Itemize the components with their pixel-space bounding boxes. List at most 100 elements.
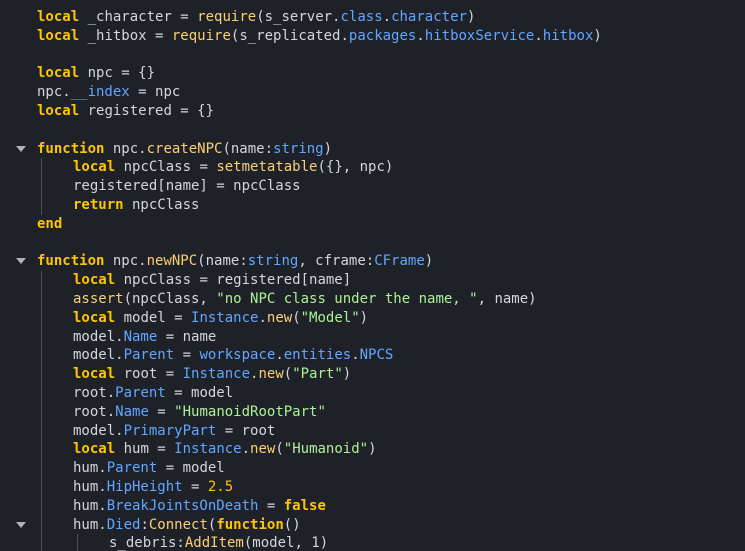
code-token: model = xyxy=(115,309,192,326)
code-token: local xyxy=(73,366,116,383)
code-line[interactable]: npc.__index = npc xyxy=(0,83,745,102)
code-line[interactable]: root.Parent = model xyxy=(0,384,745,403)
code-token: npc. xyxy=(37,84,71,101)
fold-arrow-icon[interactable] xyxy=(16,145,26,152)
indent-guide xyxy=(41,365,42,385)
code-text: assert(npcClass, "no NPC class under the… xyxy=(73,290,537,309)
code-token: (s_server. xyxy=(256,9,341,25)
code-text: local npc = {} xyxy=(37,64,155,83)
indent-guide xyxy=(41,440,42,460)
code-line[interactable]: local _character = require(s_server.clas… xyxy=(0,8,745,27)
code-token: root. xyxy=(73,385,116,401)
code-token: ) xyxy=(424,253,434,270)
indent-guide xyxy=(41,271,42,291)
code-line[interactable]: hum.HipHeight = 2.5 xyxy=(0,478,745,497)
code-line[interactable]: local root = Instance.new("Part") xyxy=(0,365,745,385)
code-token: root. xyxy=(73,403,116,420)
code-token: root = xyxy=(115,366,183,383)
code-line[interactable]: assert(npcClass, "no NPC class under the… xyxy=(0,290,745,309)
code-token: registered[name] = npcClass xyxy=(73,178,301,195)
code-token: hum. xyxy=(73,497,107,514)
code-token: ) xyxy=(342,366,352,383)
code-token: ( xyxy=(292,309,301,326)
code-token: AddItem xyxy=(184,535,244,551)
code-line[interactable]: hum.Died:Connect(function() xyxy=(0,515,745,535)
code-token: function xyxy=(37,253,105,270)
code-token: npc. xyxy=(104,140,147,157)
code-line[interactable] xyxy=(0,121,745,140)
code-line[interactable]: local npcClass = registered[name] xyxy=(0,271,745,291)
code-line[interactable]: hum.Parent = model xyxy=(0,459,745,479)
code-token: (name: xyxy=(222,140,274,157)
code-token: _hitbox = xyxy=(79,27,172,44)
code-token: ) xyxy=(368,441,377,458)
code-line[interactable]: model.PrimaryPart = root xyxy=(0,421,745,441)
code-line[interactable]: registered[name] = npcClass xyxy=(0,177,745,197)
code-token: Instance xyxy=(182,366,251,383)
indent-guide xyxy=(41,327,42,347)
indent-guide xyxy=(41,384,42,403)
code-token: class xyxy=(340,9,383,25)
code-token: ) xyxy=(359,309,369,326)
code-editor[interactable]: local _character = require(s_server.clas… xyxy=(0,0,745,551)
indent-guide xyxy=(41,346,42,366)
code-token: . xyxy=(275,347,284,364)
code-line[interactable]: function npc.newNPC(name:string, cframe:… xyxy=(0,252,745,271)
code-token: . xyxy=(241,441,251,458)
code-token: = npc xyxy=(129,84,181,101)
code-token: local xyxy=(37,65,80,82)
code-line[interactable]: local npcClass = setmetatable({}, npc) xyxy=(0,158,745,178)
fold-arrow-icon[interactable] xyxy=(16,521,26,528)
code-token: () xyxy=(283,516,301,533)
code-line[interactable] xyxy=(0,234,745,253)
code-token: local xyxy=(73,309,116,326)
code-token: Connect xyxy=(148,516,208,533)
code-token: Name xyxy=(115,403,149,420)
code-line[interactable]: local registered = {} xyxy=(0,102,745,121)
code-token: "Humanoid" xyxy=(283,441,369,458)
code-line[interactable]: function npc.createNPC(name:string) xyxy=(0,140,745,159)
code-token: assert xyxy=(73,291,124,307)
code-token: = model xyxy=(157,460,225,477)
indent-guide xyxy=(41,515,42,535)
code-token: new xyxy=(250,441,276,458)
code-token: entities xyxy=(283,347,352,364)
indent-guide xyxy=(41,177,42,197)
code-line[interactable]: hum.BreakJointsOnDeath = false xyxy=(0,496,745,516)
code-token: function xyxy=(216,516,284,533)
code-line[interactable]: local hum = Instance.new("Humanoid") xyxy=(0,440,745,460)
code-token: new xyxy=(258,366,284,383)
code-text: hum.BreakJointsOnDeath = false xyxy=(73,497,326,516)
code-token: . xyxy=(382,9,392,25)
code-text: function npc.newNPC(name:string, cframe:… xyxy=(37,252,433,271)
code-token: model. xyxy=(73,347,124,364)
code-token: Instance xyxy=(191,309,259,326)
code-token: local xyxy=(73,441,116,458)
code-line[interactable] xyxy=(0,46,745,65)
code-token: (npcClass, xyxy=(123,291,217,307)
code-line[interactable]: s_debris:AddItem(model, 1) xyxy=(0,534,745,551)
code-line[interactable]: local npc = {} xyxy=(0,64,745,83)
code-text: npc.__index = npc xyxy=(37,83,180,102)
code-line[interactable]: model.Parent = workspace.entities.NPCS xyxy=(0,346,745,366)
fold-arrow-icon[interactable] xyxy=(16,258,26,265)
code-token: . xyxy=(534,27,543,44)
code-token: function xyxy=(37,140,105,157)
code-line[interactable]: local _hitbox = require(s_replicated.pac… xyxy=(0,27,745,46)
code-token: . xyxy=(258,309,267,326)
code-token: character xyxy=(391,9,467,25)
code-line[interactable]: root.Name = "HumanoidRootPart" xyxy=(0,402,745,422)
code-text: local hum = Instance.new("Humanoid") xyxy=(73,440,377,459)
code-text: root.Name = "HumanoidRootPart" xyxy=(73,403,326,422)
code-token: workspace xyxy=(199,347,276,364)
code-line[interactable]: model.Name = name xyxy=(0,327,745,347)
indent-guide xyxy=(41,158,42,178)
code-token: string xyxy=(273,140,324,157)
code-text: registered[name] = npcClass xyxy=(73,177,301,196)
indent-guide xyxy=(41,421,42,441)
code-line[interactable]: end xyxy=(0,215,745,234)
code-line[interactable]: return npcClass xyxy=(0,196,745,215)
code-line[interactable]: local model = Instance.new("Model") xyxy=(0,308,745,328)
code-token: npcClass xyxy=(123,197,200,213)
code-token: = root xyxy=(216,422,276,439)
